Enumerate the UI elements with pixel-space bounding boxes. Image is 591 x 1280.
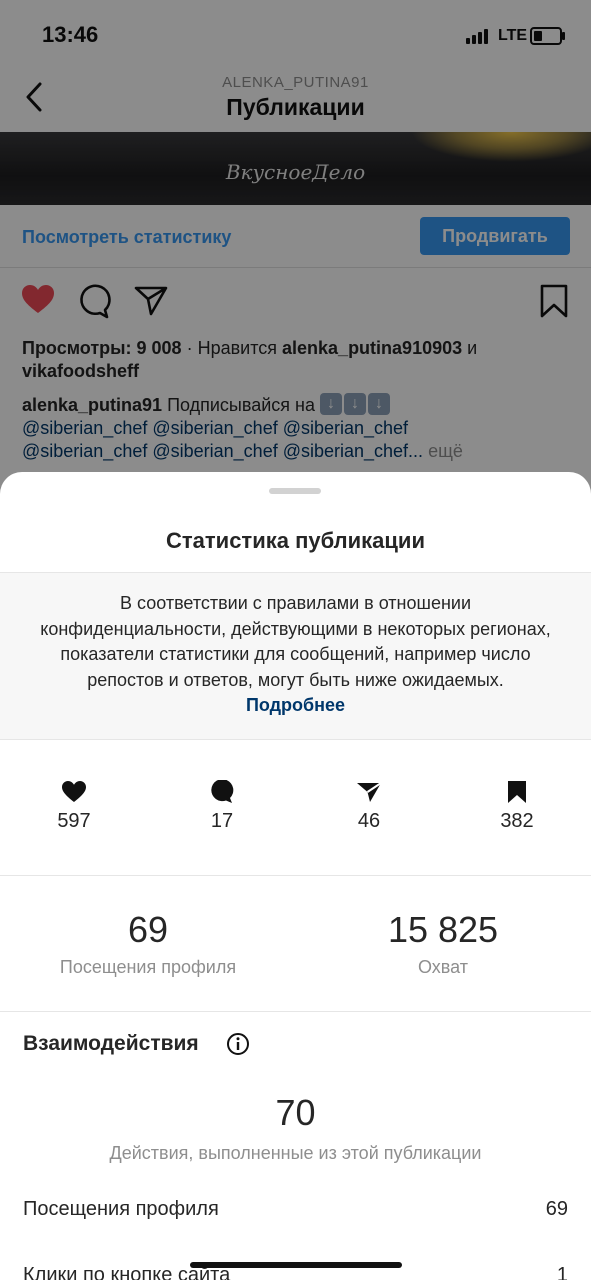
home-indicator[interactable] xyxy=(190,1262,402,1268)
interaction-row-value: 69 xyxy=(545,1198,568,1220)
shares-count: 46 xyxy=(357,810,381,832)
interactions-total: 70 xyxy=(275,1092,316,1133)
bookmark-filled-icon xyxy=(508,781,526,803)
interactions-heading: Взаимодействия xyxy=(23,1032,199,1055)
reach-metrics: 69 Посещения профиля 15 825 Охват xyxy=(0,875,591,1012)
interactions-description: Действия, выполненные из этой публикации xyxy=(109,1143,482,1163)
comments-stat: 17 xyxy=(162,780,282,833)
likes-count: 597 xyxy=(57,810,91,832)
comments-count: 17 xyxy=(210,810,234,832)
interaction-row-value: 1 xyxy=(556,1264,568,1280)
insights-bottom-sheet: Статистика публикации В соответствии с п… xyxy=(0,472,591,1280)
engagement-counts: 597 17 46 382 xyxy=(0,738,591,876)
learn-more-link[interactable]: Подробнее xyxy=(246,695,345,715)
interaction-row: Посещения профиля 69 xyxy=(23,1198,568,1228)
heart-filled-icon xyxy=(62,781,86,802)
share-filled-icon xyxy=(357,782,382,802)
notice-body: В соответствии с правилами в отношении к… xyxy=(40,593,551,690)
saves-count: 382 xyxy=(500,810,534,832)
shares-stat: 46 xyxy=(309,780,429,833)
profile-visits-label: Посещения профиля xyxy=(59,957,237,977)
sheet-drag-handle[interactable] xyxy=(269,488,321,494)
interaction-row-label: Посещения профиля xyxy=(23,1198,219,1220)
saves-stat: 382 xyxy=(457,780,577,833)
reach-metric: 15 825 Охват xyxy=(313,909,573,978)
sheet-title: Статистика публикации xyxy=(166,528,425,553)
comment-filled-icon xyxy=(211,780,234,803)
reach-value: 15 825 xyxy=(387,909,499,950)
likes-stat: 597 xyxy=(14,780,134,833)
profile-visits-metric: 69 Посещения профиля xyxy=(18,909,278,978)
profile-visits-value: 69 xyxy=(127,909,169,950)
privacy-notice: В соответствии с правилами в отношении к… xyxy=(0,572,591,740)
info-icon[interactable] xyxy=(226,1032,250,1056)
reach-label: Охват xyxy=(417,957,469,977)
privacy-notice-text: В соответствии с правилами в отношении к… xyxy=(40,591,551,719)
